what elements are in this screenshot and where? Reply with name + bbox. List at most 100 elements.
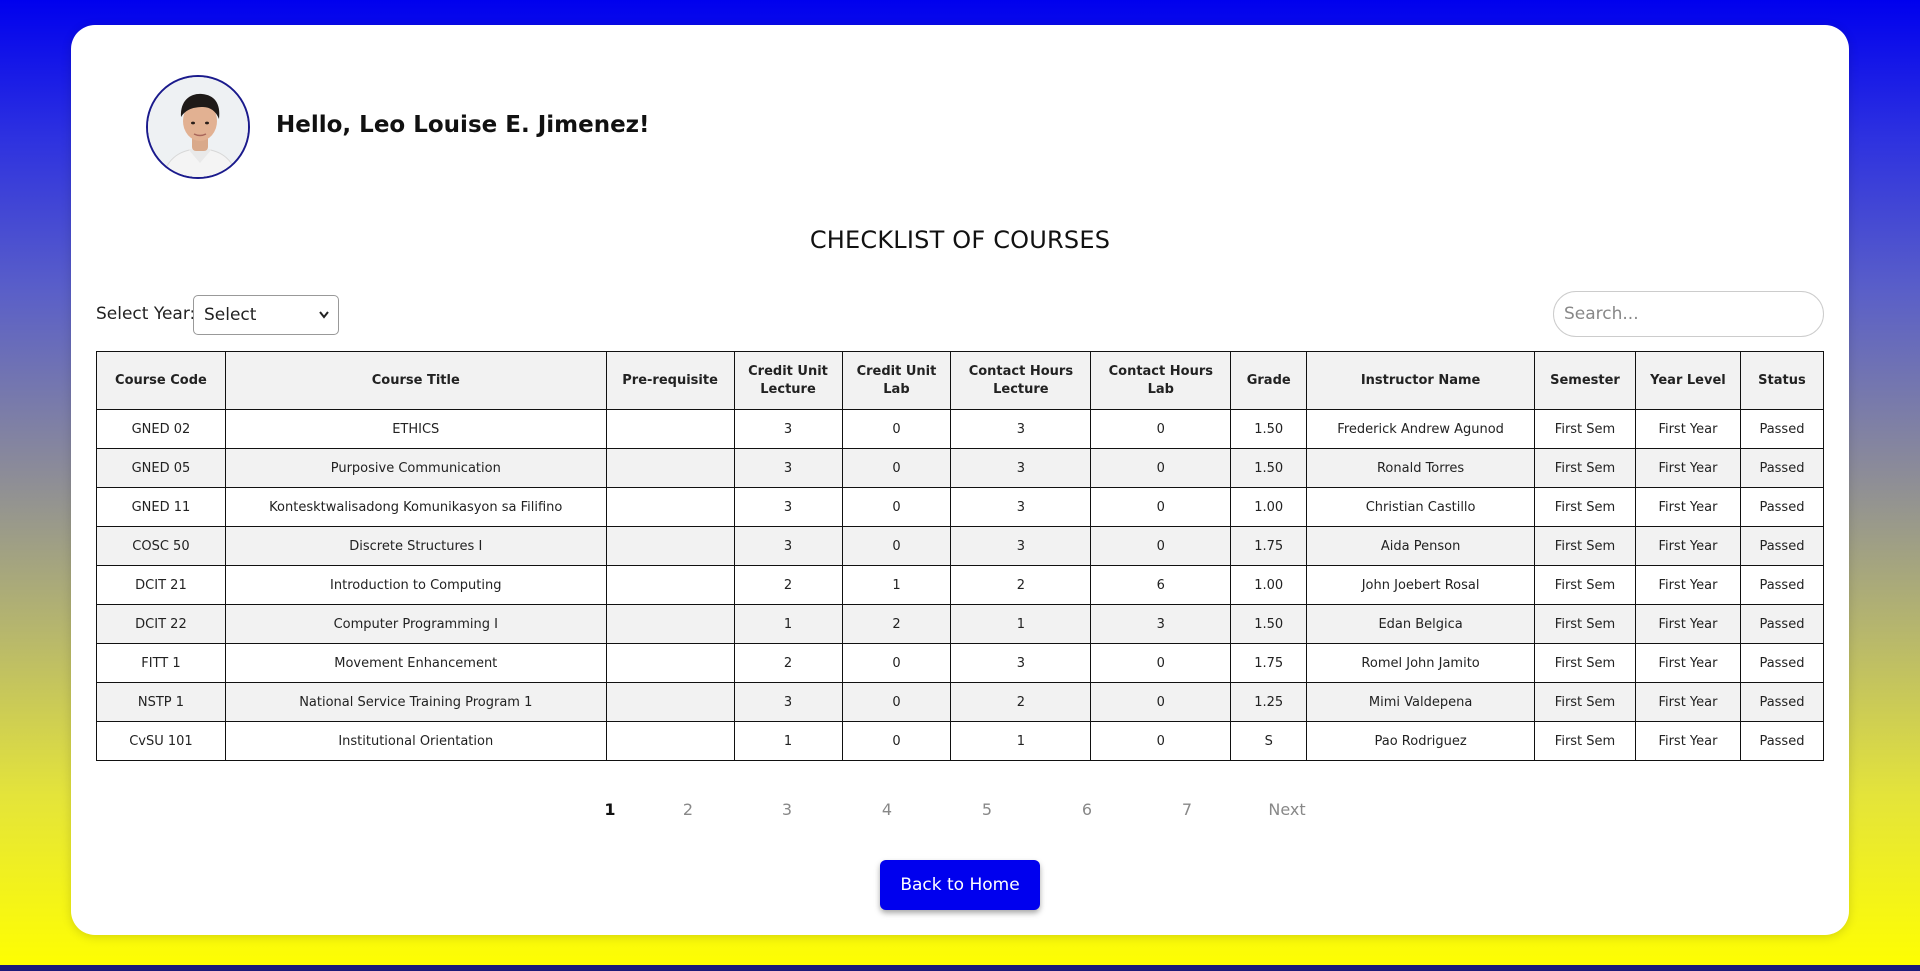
credit-lecture-cell: 2 xyxy=(733,565,843,605)
contact-lab-cell: 6 xyxy=(1090,565,1232,605)
prerequisite-cell xyxy=(605,448,735,488)
page-title: CHECKLIST OF COURSES xyxy=(809,226,1111,254)
contact-lab-cell: 0 xyxy=(1090,409,1232,449)
page-link-3[interactable]: 3 xyxy=(782,800,792,819)
pagination: 1 2 3 4 5 6 7 Next xyxy=(71,800,1849,830)
prerequisite-cell xyxy=(605,682,735,722)
grade-cell: 1.25 xyxy=(1230,682,1308,722)
prerequisite-cell xyxy=(605,526,735,566)
prerequisite-cell xyxy=(605,643,735,683)
grade-cell: 1.00 xyxy=(1230,487,1308,527)
status-cell: Passed xyxy=(1739,643,1825,683)
status-cell: Passed xyxy=(1739,526,1825,566)
credit-lecture-cell: 3 xyxy=(733,409,843,449)
year-level-cell: First Year xyxy=(1634,643,1741,683)
prerequisite-cell xyxy=(605,721,735,761)
header-course-title: Course Title xyxy=(224,351,607,410)
search-input[interactable]: Search... xyxy=(1553,291,1824,337)
status-cell: Passed xyxy=(1739,721,1825,761)
course-code-cell: COSC 50 xyxy=(96,526,226,566)
credit-lecture-cell: 1 xyxy=(733,604,843,644)
table-row: GNED 02 ETHICS 3 0 3 0 1.50 Frederick Andrew Ag… xyxy=(96,409,1825,449)
course-title-cell: Movement Enhancement xyxy=(224,643,607,683)
course-code-cell: GNED 02 xyxy=(96,409,226,449)
credit-lab-cell: 0 xyxy=(841,682,952,722)
credit-lab-cell: 0 xyxy=(841,643,952,683)
instructor-cell: Christian Castillo xyxy=(1306,487,1536,527)
contact-lecture-cell: 3 xyxy=(950,643,1092,683)
page-next-link[interactable]: Next xyxy=(1268,800,1305,819)
credit-lecture-cell: 3 xyxy=(733,682,843,722)
user-avatar-icon xyxy=(148,77,248,177)
contact-lecture-cell: 2 xyxy=(950,682,1092,722)
table-header-row: Course Code Course Title Pre-requisite C… xyxy=(96,351,1825,410)
credit-lab-cell: 0 xyxy=(841,448,952,488)
credit-lab-cell: 0 xyxy=(841,721,952,761)
year-level-cell: First Year xyxy=(1634,448,1741,488)
header-course-code: Course Code xyxy=(96,351,226,410)
page-link-4[interactable]: 4 xyxy=(882,800,892,819)
avatar xyxy=(146,75,250,179)
contact-lab-cell: 0 xyxy=(1090,487,1232,527)
semester-cell: First Sem xyxy=(1534,604,1636,644)
grade-cell: 1.00 xyxy=(1230,565,1308,605)
credit-lab-cell: 0 xyxy=(841,526,952,566)
contact-lecture-cell: 1 xyxy=(950,721,1092,761)
status-cell: Passed xyxy=(1739,565,1825,605)
contact-lecture-cell: 3 xyxy=(950,487,1092,527)
year-level-cell: First Year xyxy=(1634,526,1741,566)
back-to-home-button[interactable]: Back to Home xyxy=(880,860,1040,910)
page-link-5[interactable]: 5 xyxy=(982,800,992,819)
course-title-cell: Discrete Structures I xyxy=(224,526,607,566)
instructor-cell: John Joebert Rosal xyxy=(1306,565,1536,605)
grade-cell: 1.75 xyxy=(1230,643,1308,683)
page-link-7[interactable]: 7 xyxy=(1182,800,1192,819)
semester-cell: First Sem xyxy=(1534,487,1636,527)
grade-cell: 1.50 xyxy=(1230,448,1308,488)
course-code-cell: CvSU 101 xyxy=(96,721,226,761)
instructor-cell: Aida Penson xyxy=(1306,526,1536,566)
credit-lab-cell: 2 xyxy=(841,604,952,644)
prerequisite-cell xyxy=(605,604,735,644)
semester-cell: First Sem xyxy=(1534,643,1636,683)
table-row: FITT 1 Movement Enhancement 2 0 3 0 1.75 Romel … xyxy=(96,643,1825,683)
instructor-cell: Mimi Valdepena xyxy=(1306,682,1536,722)
credit-lecture-cell: 1 xyxy=(733,721,843,761)
grade-cell: S xyxy=(1230,721,1308,761)
status-cell: Passed xyxy=(1739,409,1825,449)
credit-lecture-cell: 3 xyxy=(733,526,843,566)
credit-lecture-cell: 2 xyxy=(733,643,843,683)
footer-strip xyxy=(0,965,1920,971)
contact-lab-cell: 0 xyxy=(1090,721,1232,761)
semester-cell: First Sem xyxy=(1534,721,1636,761)
course-code-cell: FITT 1 xyxy=(96,643,226,683)
credit-lecture-cell: 3 xyxy=(733,448,843,488)
page-link-6[interactable]: 6 xyxy=(1082,800,1092,819)
chevron-down-icon xyxy=(318,296,330,349)
prerequisite-cell xyxy=(605,565,735,605)
header-credit-unit-lecture: Credit Unit Lecture xyxy=(733,351,843,410)
course-title-cell: ETHICS xyxy=(224,409,607,449)
year-level-cell: First Year xyxy=(1634,604,1741,644)
page-link-1[interactable]: 1 xyxy=(604,800,615,819)
year-level-cell: First Year xyxy=(1634,721,1741,761)
header-contact-hours-lab: Contact Hours Lab xyxy=(1090,351,1232,410)
grade-cell: 1.75 xyxy=(1230,526,1308,566)
instructor-cell: Ronald Torres xyxy=(1306,448,1536,488)
credit-lab-cell: 0 xyxy=(841,487,952,527)
grade-cell: 1.50 xyxy=(1230,604,1308,644)
checklist-card: Hello, Leo Louise E. Jimenez! CHECKLIST … xyxy=(71,25,1849,935)
status-cell: Passed xyxy=(1739,682,1825,722)
year-select[interactable]: Select xyxy=(193,295,339,335)
contact-lab-cell: 3 xyxy=(1090,604,1232,644)
year-level-cell: First Year xyxy=(1634,409,1741,449)
table-row: NSTP 1 National Service Training Program … xyxy=(96,682,1825,722)
table-row: DCIT 22 Computer Programming I 1 2 1 3 1.50 Eda… xyxy=(96,604,1825,644)
page-link-2[interactable]: 2 xyxy=(683,800,693,819)
course-title-cell: Institutional Orientation xyxy=(224,721,607,761)
instructor-cell: Edan Belgica xyxy=(1306,604,1536,644)
prerequisite-cell xyxy=(605,409,735,449)
course-title-cell: Kontesktwalisadong Komunikasyon sa Filif… xyxy=(224,487,607,527)
course-title-cell: Purposive Communication xyxy=(224,448,607,488)
contact-lecture-cell: 3 xyxy=(950,448,1092,488)
